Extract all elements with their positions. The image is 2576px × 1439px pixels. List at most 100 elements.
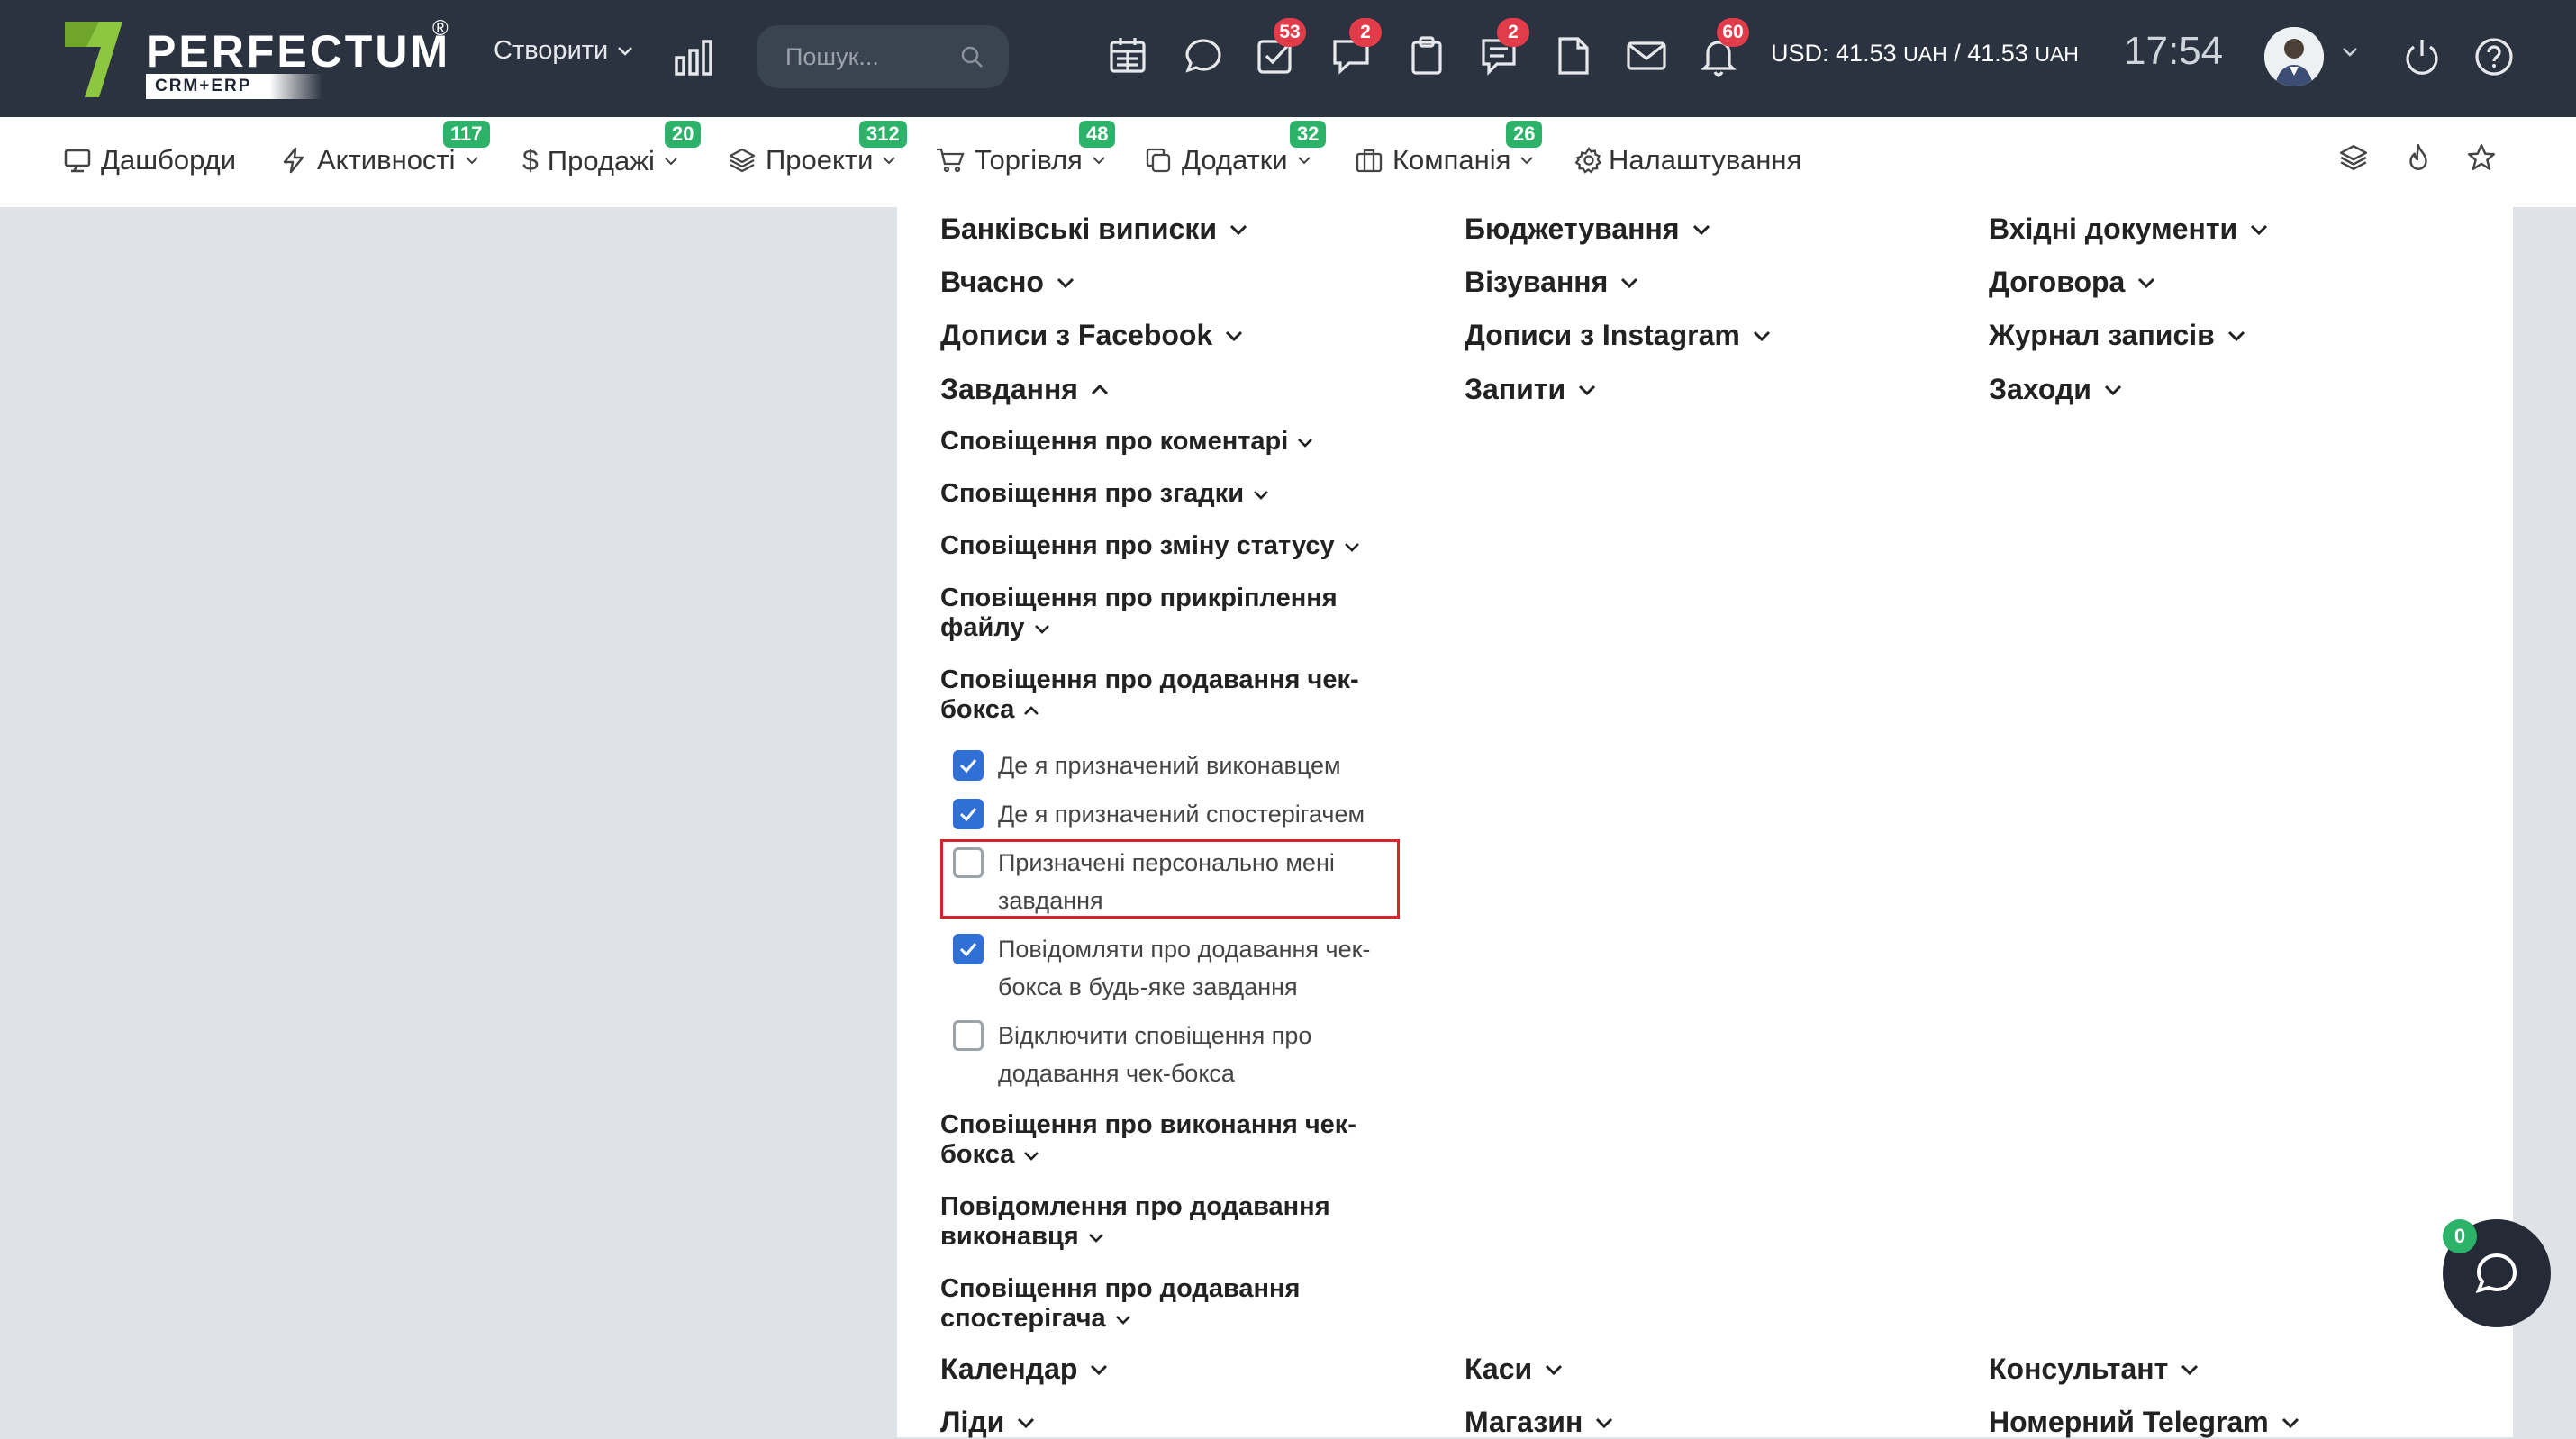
chevron-down-icon[interactable] — [2342, 47, 2358, 58]
star-icon[interactable] — [2466, 142, 2497, 173]
subsection-file-attach[interactable]: Сповіщення про прикріплення файлу — [940, 584, 1409, 643]
subsection-label: Сповіщення про коментарі — [940, 427, 1289, 456]
nav-item-trade[interactable]: Торгівля 48 — [935, 121, 1116, 176]
section-requests[interactable]: Запити — [1465, 373, 1596, 406]
section-calendar[interactable]: Календар — [940, 1353, 1108, 1386]
chat-badge: 2 — [1349, 18, 1382, 47]
nav-item-settings[interactable]: Налаштування — [1574, 144, 1801, 176]
section-vchasno[interactable]: Вчасно — [940, 266, 1075, 299]
chevron-down-icon — [1088, 1233, 1103, 1243]
documents-button[interactable] — [1551, 34, 1598, 81]
chevron-down-icon — [1546, 1364, 1563, 1375]
section-label: Ліди — [940, 1406, 1005, 1438]
chevron-down-icon — [1298, 438, 1313, 448]
power-icon[interactable] — [2401, 36, 2443, 77]
section-budgeting[interactable]: Бюджетування — [1465, 213, 1710, 246]
section-label: Вхідні документи — [1989, 213, 2238, 245]
create-button[interactable]: Створити — [494, 36, 633, 66]
notifications-button[interactable]: 60 — [1697, 18, 1749, 81]
subsection-checkbox-done[interactable]: Сповіщення про виконання чек-бокса — [940, 1110, 1409, 1170]
search-icon[interactable] — [960, 45, 984, 68]
chevron-down-icon — [1753, 330, 1770, 341]
section-telegram-number[interactable]: Номерний Telegram — [1989, 1406, 2299, 1439]
chevron-down-icon — [1115, 1315, 1130, 1325]
nav-item-company[interactable]: Компанія 26 — [1355, 121, 1543, 176]
subsection-label: Сповіщення про виконання чек-бокса — [940, 1110, 1356, 1169]
option-row: Де я призначений спостерігачем — [953, 795, 1421, 833]
chevron-down-icon — [1018, 1417, 1035, 1428]
nav-item-dashboards[interactable]: Дашборди — [63, 144, 236, 176]
search-input[interactable] — [784, 41, 967, 72]
subsection-label: Сповіщення про додавання чек-бокса — [940, 665, 1359, 724]
nav-badge: 312 — [859, 121, 907, 148]
nav-badge: 32 — [1290, 121, 1327, 148]
checkbox-observer[interactable] — [953, 799, 984, 829]
subsection-assignee-add[interactable]: Повідомлення про додавання виконавця — [940, 1192, 1409, 1252]
top-bar: PERFECTUM ® CRM+ERP Створити 53 — [0, 0, 2576, 117]
subsection-comments[interactable]: Сповіщення про коментарі — [940, 427, 1409, 457]
nav-item-sales[interactable]: $ Продажі 20 — [522, 121, 702, 177]
layers-icon[interactable] — [2338, 142, 2369, 173]
mail-icon — [1627, 41, 1666, 70]
subsection-mentions[interactable]: Сповіщення про згадки — [940, 479, 1409, 509]
chevron-down-icon — [2104, 385, 2122, 395]
rate-1: 41.53 — [1836, 40, 1897, 67]
nav-item-projects[interactable]: Проекти 312 — [728, 121, 907, 176]
messages-button[interactable] — [1182, 34, 1229, 81]
section-consultant[interactable]: Консультант — [1989, 1353, 2199, 1386]
bar-chart-icon[interactable] — [674, 38, 713, 77]
chevron-down-icon — [1024, 1151, 1039, 1161]
subsection-status-change[interactable]: Сповіщення про зміну статусу — [940, 531, 1409, 561]
chevron-down-icon — [1093, 157, 1105, 165]
check-icon — [959, 943, 977, 957]
nav-label: Активності — [317, 144, 456, 176]
search-box[interactable] — [757, 25, 1009, 88]
clock: 17:54 — [2124, 29, 2224, 73]
rate-1-currency: UAH — [1903, 42, 1947, 66]
section-contracts[interactable]: Договора — [1989, 266, 2155, 299]
chevron-down-icon — [2138, 277, 2155, 288]
nav-item-activities[interactable]: Активності 117 — [279, 121, 490, 176]
clipboard-button[interactable] — [1405, 34, 1452, 81]
section-instagram-posts[interactable]: Дописи з Instagram — [1465, 319, 1771, 352]
section-facebook-posts[interactable]: Дописи з Facebook — [940, 319, 1243, 352]
section-tasks[interactable]: Завдання — [940, 373, 1109, 406]
section-appointments-log[interactable]: Журнал записів — [1989, 319, 2245, 352]
layers-icon — [729, 148, 756, 173]
calendar-button[interactable] — [1106, 34, 1153, 81]
section-events[interactable]: Заходи — [1989, 373, 2122, 406]
copy-icon — [1146, 148, 1171, 173]
nav-label: Торгівля — [975, 144, 1083, 176]
chevron-down-icon — [1229, 224, 1247, 235]
mail-button[interactable] — [1625, 34, 1672, 81]
chevron-up-icon — [1091, 384, 1109, 394]
section-leads[interactable]: Ліди — [940, 1406, 1035, 1439]
nav-item-addons[interactable]: Додатки 32 — [1144, 121, 1327, 176]
section-label: Запити — [1465, 373, 1566, 405]
subsection-observer-add[interactable]: Сповіщення про додавання спостерігача — [940, 1274, 1409, 1334]
section-incoming-documents[interactable]: Вхідні документи — [1989, 213, 2268, 246]
chevron-down-icon — [2251, 224, 2268, 235]
checkbox-assignee[interactable] — [953, 750, 984, 781]
avatar[interactable] — [2264, 27, 2324, 86]
section-approval[interactable]: Візування — [1465, 266, 1638, 299]
section-label: Візування — [1465, 266, 1609, 298]
chevron-down-icon — [1226, 330, 1243, 341]
checkbox-disable[interactable] — [953, 1020, 984, 1051]
section-label: Календар — [940, 1353, 1078, 1385]
rate-2: 41.53 — [1967, 40, 2028, 67]
nav-badge: 48 — [1079, 121, 1116, 148]
help-icon[interactable] — [2473, 36, 2515, 77]
section-bank-statements[interactable]: Банківські виписки — [940, 213, 1247, 246]
discussions-button[interactable]: 2 — [1329, 18, 1382, 81]
section-label: Журнал записів — [1989, 319, 2215, 351]
section-cash-desks[interactable]: Каси — [1465, 1353, 1563, 1386]
tasks-button[interactable]: 53 — [1254, 18, 1306, 81]
chevron-down-icon — [883, 157, 896, 165]
fire-icon[interactable] — [2403, 142, 2434, 173]
subsection-checkbox-add[interactable]: Сповіщення про додавання чек-бокса — [940, 665, 1409, 725]
section-shop[interactable]: Магазин — [1465, 1406, 1613, 1439]
chevron-down-icon — [1621, 277, 1638, 288]
notes-button[interactable]: 2 — [1477, 18, 1529, 81]
checkbox-any-task[interactable] — [953, 934, 984, 964]
